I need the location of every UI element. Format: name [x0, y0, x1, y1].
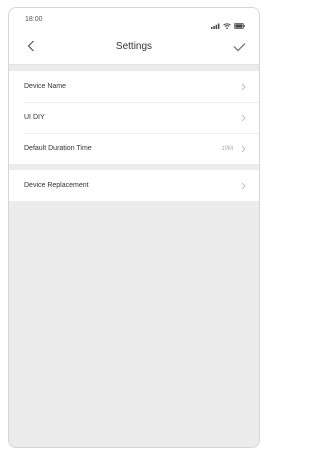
- row-label: Device Name: [24, 83, 67, 90]
- status-icons: [211, 16, 245, 34]
- settings-row-device-replacement[interactable]: Device Replacement: [9, 170, 259, 201]
- settings-row-ui-diy[interactable]: UI DIY: [9, 102, 259, 133]
- row-label: Default Duration Time: [24, 145, 92, 152]
- chevron-right-icon: [239, 144, 247, 154]
- row-label: UI DIY: [24, 114, 45, 121]
- status-time: 18:00: [25, 16, 43, 23]
- nav-bar: Settings: [9, 36, 259, 60]
- header: 18:00 Settings: [9, 8, 259, 65]
- settings-row-device-name[interactable]: Device Name: [9, 71, 259, 102]
- battery-icon: [234, 16, 245, 34]
- settings-group: Device Name UI DIY Default Duration Time…: [9, 71, 259, 164]
- settings-row-default-duration[interactable]: Default Duration Time 10M: [9, 133, 259, 164]
- chevron-right-icon: [239, 82, 247, 92]
- replacement-group: Device Replacement: [9, 170, 259, 201]
- signal-icon: [211, 16, 220, 34]
- page-title: Settings: [115, 41, 153, 52]
- chevron-right-icon: [239, 113, 247, 123]
- checkmark-icon: [233, 39, 246, 57]
- confirm-button[interactable]: [229, 38, 249, 58]
- duration-value: 10M: [221, 145, 233, 152]
- chevron-right-icon: [239, 181, 247, 191]
- phone-frame: 18:00 Settings Device Name UI DIY Defaul…: [8, 7, 260, 448]
- row-label: Device Replacement: [24, 182, 89, 189]
- status-bar: 18:00: [9, 8, 259, 30]
- wifi-icon: [223, 16, 231, 34]
